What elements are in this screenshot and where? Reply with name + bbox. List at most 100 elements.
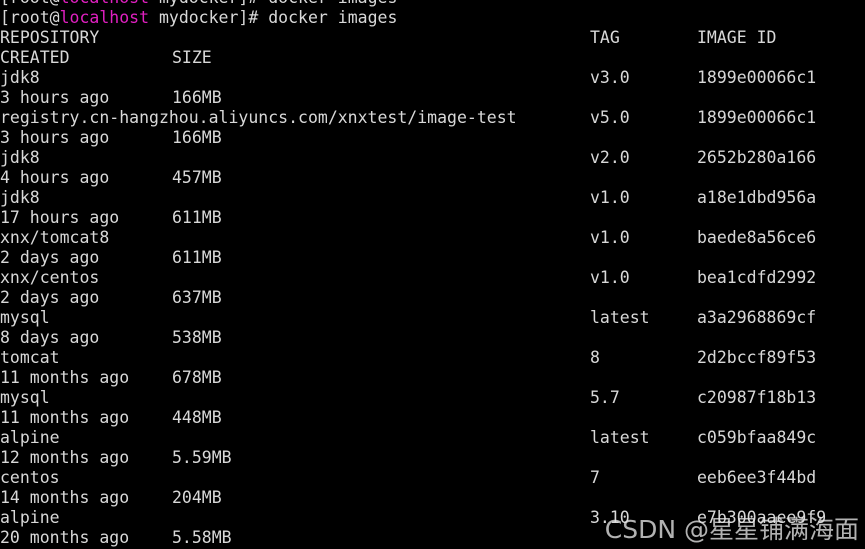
table-row-wrapped: 3 hours ago 166MB — [0, 88, 865, 108]
cell-repository: jdk8 — [0, 188, 40, 207]
cell-image-id: 1899e00066c1 — [697, 68, 817, 87]
cell-tag: 3.10 — [590, 508, 630, 527]
cell-tag: latest — [590, 308, 650, 327]
table-row: tomcat 8 2d2bccf89f53 — [0, 348, 865, 368]
column-header-tag: TAG — [590, 28, 620, 47]
cell-repository: tomcat — [0, 348, 60, 367]
cell-repository: centos — [0, 468, 60, 487]
cell-image-id: 2652b280a166 — [697, 148, 817, 167]
table-row-wrapped: 2 days ago 611MB — [0, 248, 865, 268]
cell-repository: alpine — [0, 508, 60, 527]
cell-repository: xnx/centos — [0, 268, 100, 287]
cell-tag: 7 — [590, 468, 600, 487]
cell-image-id: c20987f18b13 — [697, 388, 817, 407]
table-row-wrapped: 8 days ago 538MB — [0, 328, 865, 348]
cell-tag: v5.0 — [590, 108, 630, 127]
table-row: alpine latest c059bfaa849c — [0, 428, 865, 448]
cell-tag: v1.0 — [590, 188, 630, 207]
table-header-row-primary: REPOSITORY TAG IMAGE ID — [0, 28, 865, 48]
table-row-wrapped: 11 months ago 448MB — [0, 408, 865, 428]
cell-created: 8 days ago — [0, 328, 100, 347]
prompt-suffix-prev: mydocker]# — [149, 0, 268, 7]
cell-size: 5.59MB — [172, 448, 232, 467]
prompt-text: [root@localhost mydocker]# docker images — [0, 8, 397, 28]
cell-created: 20 months ago — [0, 528, 130, 547]
cell-size: 611MB — [172, 208, 222, 227]
cell-image-id: eeb6ee3f44bd — [697, 468, 817, 487]
table-row-wrapped: 14 months ago 204MB — [0, 488, 865, 508]
table-row: jdk8 v2.0 2652b280a166 — [0, 148, 865, 168]
cell-created: 17 hours ago — [0, 208, 120, 227]
cell-repository: alpine — [0, 428, 60, 447]
cell-tag: v1.0 — [590, 268, 630, 287]
cell-image-id: e7b300aaee9f9 — [697, 508, 827, 527]
prompt-line[interactable]: [root@localhost mydocker]# docker images — [0, 8, 865, 28]
cell-created: 3 hours ago — [0, 128, 110, 147]
prompt-prefix-prev: [root@ — [0, 0, 60, 7]
cell-created: 2 days ago — [0, 248, 100, 267]
table-row-wrapped: 3 hours ago 166MB — [0, 128, 865, 148]
cell-size: 637MB — [172, 288, 222, 307]
cell-repository: jdk8 — [0, 68, 40, 87]
cell-created: 4 hours ago — [0, 168, 110, 187]
table-row: jdk8 v3.0 1899e00066c1 — [0, 68, 865, 88]
table-row-wrapped: 20 months ago 5.58MB — [0, 528, 865, 548]
cell-tag: 8 — [590, 348, 600, 367]
cell-repository: xnx/tomcat8 — [0, 228, 110, 247]
column-header-image-id: IMAGE ID — [697, 28, 777, 47]
terminal-scrollback: [root@localhost mydocker]# docker images… — [0, 0, 865, 548]
cell-size: 611MB — [172, 248, 222, 267]
cell-image-id: a18e1dbd956a — [697, 188, 817, 207]
previous-prompt-line: [root@localhost mydocker]# docker images — [0, 0, 865, 8]
cell-size: 678MB — [172, 368, 222, 387]
cell-size: 166MB — [172, 128, 222, 147]
cell-tag: v3.0 — [590, 68, 630, 87]
cell-size: 204MB — [172, 488, 222, 507]
table-row: alpine 3.10 e7b300aaee9f9 — [0, 508, 865, 528]
cell-image-id: a3a2968869cf — [697, 308, 817, 327]
table-row: centos 7 eeb6ee3f44bd — [0, 468, 865, 488]
prompt-host-prev: localhost — [60, 0, 149, 7]
cell-size: 5.58MB — [172, 528, 232, 547]
cell-created: 2 days ago — [0, 288, 100, 307]
table-row: jdk8 v1.0 a18e1dbd956a — [0, 188, 865, 208]
terminal-window[interactable]: [root@localhost mydocker]# docker images… — [0, 0, 865, 549]
table-row-wrapped: 2 days ago 637MB — [0, 288, 865, 308]
cell-created: 11 months ago — [0, 368, 130, 387]
cell-created: 12 months ago — [0, 448, 130, 467]
cell-repository: registry.cn-hangzhou.aliyuncs.com/xnxtes… — [0, 108, 517, 127]
cell-image-id: 2d2bccf89f53 — [697, 348, 817, 367]
table-row: xnx/centos v1.0 bea1cdfd2992 — [0, 268, 865, 288]
table-row: mysql 5.7 c20987f18b13 — [0, 388, 865, 408]
cell-image-id: 1899e00066c1 — [697, 108, 817, 127]
prompt-suffix: mydocker]# — [149, 8, 269, 27]
cell-size: 538MB — [172, 328, 222, 347]
cell-tag: latest — [590, 428, 650, 447]
prompt-command-prev: docker images — [268, 0, 397, 7]
cell-image-id: bea1cdfd2992 — [697, 268, 817, 287]
cell-tag: 5.7 — [590, 388, 620, 407]
cell-tag: v2.0 — [590, 148, 630, 167]
column-header-size: SIZE — [172, 48, 212, 67]
previous-prompt-text: [root@localhost mydocker]# docker images — [0, 0, 397, 8]
cell-created: 11 months ago — [0, 408, 130, 427]
table-row-wrapped: 11 months ago 678MB — [0, 368, 865, 388]
cell-tag: v1.0 — [590, 228, 630, 247]
prompt-prefix: [root@ — [0, 8, 60, 27]
cell-size: 448MB — [172, 408, 222, 427]
cell-created: 3 hours ago — [0, 88, 110, 107]
table-row-wrapped: 12 months ago 5.59MB — [0, 448, 865, 468]
prompt-hostname: localhost — [59, 8, 150, 27]
cell-image-id: baede8a56ce6 — [697, 228, 817, 247]
table-row-wrapped: 17 hours ago 611MB — [0, 208, 865, 228]
cell-image-id: c059bfaa849c — [697, 428, 817, 447]
column-header-repository: REPOSITORY — [0, 28, 100, 47]
cell-repository: mysql — [0, 308, 50, 327]
cell-repository: mysql — [0, 388, 50, 407]
table-row: mysql latest a3a2968869cf — [0, 308, 865, 328]
table-header-row-wrapped: CREATED SIZE — [0, 48, 865, 68]
table-row: registry.cn-hangzhou.aliyuncs.com/xnxtes… — [0, 108, 865, 128]
table-row-wrapped: 4 hours ago 457MB — [0, 168, 865, 188]
cell-size: 166MB — [172, 88, 222, 107]
command-input[interactable]: docker images — [268, 8, 397, 27]
